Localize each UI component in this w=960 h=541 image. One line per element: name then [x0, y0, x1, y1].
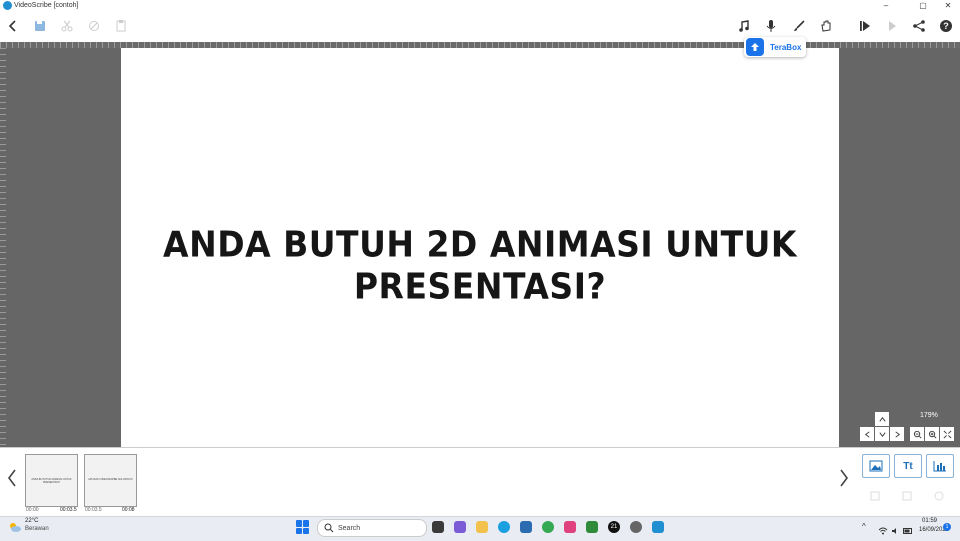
- play-icon[interactable]: [883, 16, 901, 36]
- save-icon[interactable]: [31, 16, 49, 36]
- chevron-right-icon: [840, 469, 848, 487]
- settings-gear-icon[interactable]: [630, 521, 642, 533]
- filmstrip: [0, 447, 960, 517]
- cut-icon[interactable]: [58, 16, 76, 36]
- pan-up-button[interactable]: [875, 412, 889, 426]
- expand-icon: [943, 430, 951, 438]
- thumbnail-start-time: 00:00: [26, 507, 39, 513]
- scene-headline-text[interactable]: ANDA BUTUH 2D ANIMASI UNTUK PRESENTASI?: [121, 223, 839, 307]
- cloud-sun-icon[interactable]: [8, 520, 22, 532]
- scene-thumbnail-2[interactable]: APLIKASI VIDEOSCRIBE SOLUSINYA!: [84, 454, 137, 507]
- thumbnail-end-time: 00:03.5: [60, 507, 77, 513]
- windows-start-icon[interactable]: [296, 520, 310, 534]
- svg-text:?: ?: [943, 21, 949, 31]
- pan-down-button[interactable]: [875, 427, 889, 441]
- zoom-in-button[interactable]: [925, 427, 939, 441]
- add-chart-button[interactable]: [926, 454, 954, 478]
- play-from-icon[interactable]: [856, 16, 874, 36]
- minimize-button[interactable]: –: [876, 0, 896, 11]
- copy-icon[interactable]: [85, 16, 103, 36]
- chevron-left-icon: [8, 469, 16, 487]
- videoscribe-app-icon: [3, 1, 12, 10]
- paste-icon[interactable]: [112, 16, 130, 36]
- chevron-down-icon: [878, 431, 886, 437]
- chevron-up-icon: [878, 416, 886, 422]
- music-icon[interactable]: [735, 16, 753, 36]
- scene-camera-icon[interactable]: [932, 489, 946, 503]
- zoom-level: 179%: [920, 412, 938, 419]
- thumbnail-text: ANDA BUTUH 2D ANIMASI UNTUK PRESENTASI?: [31, 478, 72, 484]
- scene-settings-icon[interactable]: [868, 489, 882, 503]
- help-icon[interactable]: ?: [937, 16, 955, 36]
- terabox-button[interactable]: TeraBox: [744, 37, 806, 57]
- edge-browser-icon[interactable]: [498, 521, 510, 533]
- thumbnail-start-time: 00:03.5: [85, 507, 102, 513]
- share-icon[interactable]: [910, 16, 928, 36]
- app-icon-21[interactable]: 21: [608, 521, 620, 533]
- videoscribe-taskbar-icon[interactable]: [652, 521, 664, 533]
- chrome-icon[interactable]: [542, 521, 554, 533]
- cloud-upload-icon: [746, 38, 764, 56]
- zoom-out-icon: [913, 430, 921, 438]
- notification-badge[interactable]: 1: [943, 523, 951, 531]
- microphone-icon[interactable]: [762, 16, 780, 36]
- image-icon: [869, 460, 883, 472]
- scene-copy-icon[interactable]: [900, 489, 914, 503]
- brush-icon[interactable]: [790, 16, 808, 36]
- filmstrip-next-button[interactable]: [836, 466, 852, 490]
- hand-icon[interactable]: [817, 16, 835, 36]
- store-icon[interactable]: [520, 521, 532, 533]
- scene-thumbnail-1[interactable]: ANDA BUTUH 2D ANIMASI UNTUK PRESENTASI?: [25, 454, 78, 507]
- app-icon-green[interactable]: [586, 521, 598, 533]
- text-icon: Tt: [903, 460, 913, 472]
- pan-right-button[interactable]: [890, 427, 904, 441]
- add-text-button[interactable]: Tt: [894, 454, 922, 478]
- thumbnail-end-time: 00:08: [122, 507, 135, 513]
- scene-canvas[interactable]: ANDA BUTUH 2D ANIMASI UNTUK PRESENTASI?: [121, 48, 839, 447]
- tray-chevron-up-icon[interactable]: ^: [862, 522, 866, 531]
- search-label: Search: [338, 524, 361, 532]
- search-icon: [324, 523, 334, 533]
- pan-left-button[interactable]: [860, 427, 874, 441]
- terabox-label: TeraBox: [770, 42, 802, 52]
- close-button[interactable]: ✕: [938, 0, 958, 11]
- filmstrip-prev-button[interactable]: [4, 466, 20, 490]
- window-title: VideoScribe [contoh]: [14, 2, 79, 9]
- app-icon-pink[interactable]: [564, 521, 576, 533]
- zoom-out-button[interactable]: [910, 427, 924, 441]
- battery-icon[interactable]: [903, 522, 913, 534]
- clock-time[interactable]: 01:59: [922, 518, 937, 524]
- zoom-in-icon: [928, 430, 936, 438]
- fit-screen-button[interactable]: [940, 427, 954, 441]
- maximize-button[interactable]: ▢: [913, 0, 933, 11]
- chart-icon: [933, 461, 946, 472]
- wifi-icon[interactable]: [878, 522, 888, 535]
- weather-condition: Berawan: [25, 526, 49, 532]
- chevron-left-icon: [864, 430, 870, 438]
- title-bar: [0, 0, 960, 11]
- file-explorer-icon[interactable]: [476, 521, 488, 533]
- add-image-button[interactable]: [862, 454, 890, 478]
- chevron-right-icon: [894, 430, 900, 438]
- taskbar-search-input[interactable]: Search: [317, 519, 427, 537]
- volume-icon[interactable]: [891, 522, 899, 534]
- chat-icon[interactable]: [454, 521, 466, 533]
- back-icon[interactable]: [4, 16, 22, 36]
- weather-temperature: 22°C: [25, 518, 39, 524]
- task-view-icon[interactable]: [432, 521, 444, 533]
- side-ruler: [0, 48, 6, 447]
- toolbar: [0, 11, 960, 42]
- thumbnail-text: APLIKASI VIDEOSCRIBE SOLUSINYA!: [88, 478, 133, 481]
